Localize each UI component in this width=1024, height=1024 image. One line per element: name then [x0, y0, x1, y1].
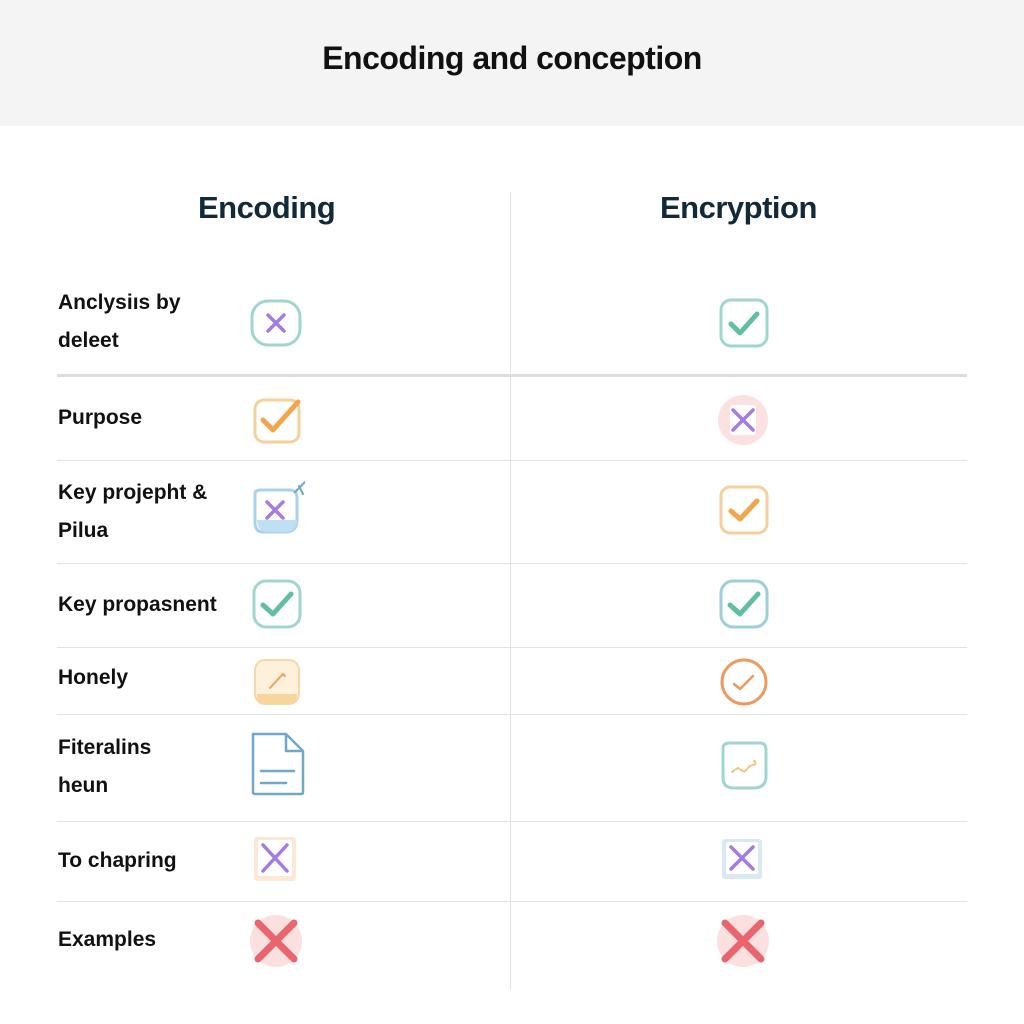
page-title: Encoding and conception: [322, 40, 702, 76]
row-label: Fiteralins heun: [58, 736, 152, 797]
row-divider: [57, 901, 967, 902]
red-x-icon: [715, 913, 771, 969]
document-icon: [248, 731, 308, 797]
scribble-icon: [716, 738, 772, 794]
check-mark-icon: [716, 482, 772, 538]
x-mark-icon: [719, 836, 765, 882]
column-header-encryption: Encryption: [660, 190, 817, 225]
column-header-encoding: Encoding: [198, 190, 336, 225]
check-mark-icon: [249, 576, 305, 632]
row-divider: [57, 821, 967, 822]
row-divider: [57, 714, 967, 715]
pencil-icon: [249, 654, 305, 710]
circle-check-icon: [716, 654, 772, 710]
x-mark-icon: [250, 833, 300, 885]
row-label: Purpose: [58, 406, 143, 429]
row-label: Anclysiıs by deleet: [58, 291, 181, 352]
row-label: Honely: [58, 666, 129, 689]
row-label: Examples: [58, 928, 157, 951]
row-label: Key propasnent: [58, 593, 217, 616]
column-divider: [510, 192, 511, 990]
row-divider: [57, 374, 967, 377]
x-mark-icon: [715, 392, 771, 448]
row-divider: [57, 647, 967, 648]
row-divider: [57, 563, 967, 564]
x-mark-icon: [248, 296, 304, 352]
row-label: To chapring: [58, 849, 177, 872]
check-mark-icon: [716, 296, 772, 352]
check-mark-icon: [716, 576, 772, 632]
check-mark-icon: [250, 392, 306, 448]
row-divider: [57, 460, 967, 461]
red-x-icon: [248, 913, 304, 969]
row-label: Key projepht & Pilua: [58, 481, 208, 542]
x-mark-icon: [249, 480, 305, 536]
